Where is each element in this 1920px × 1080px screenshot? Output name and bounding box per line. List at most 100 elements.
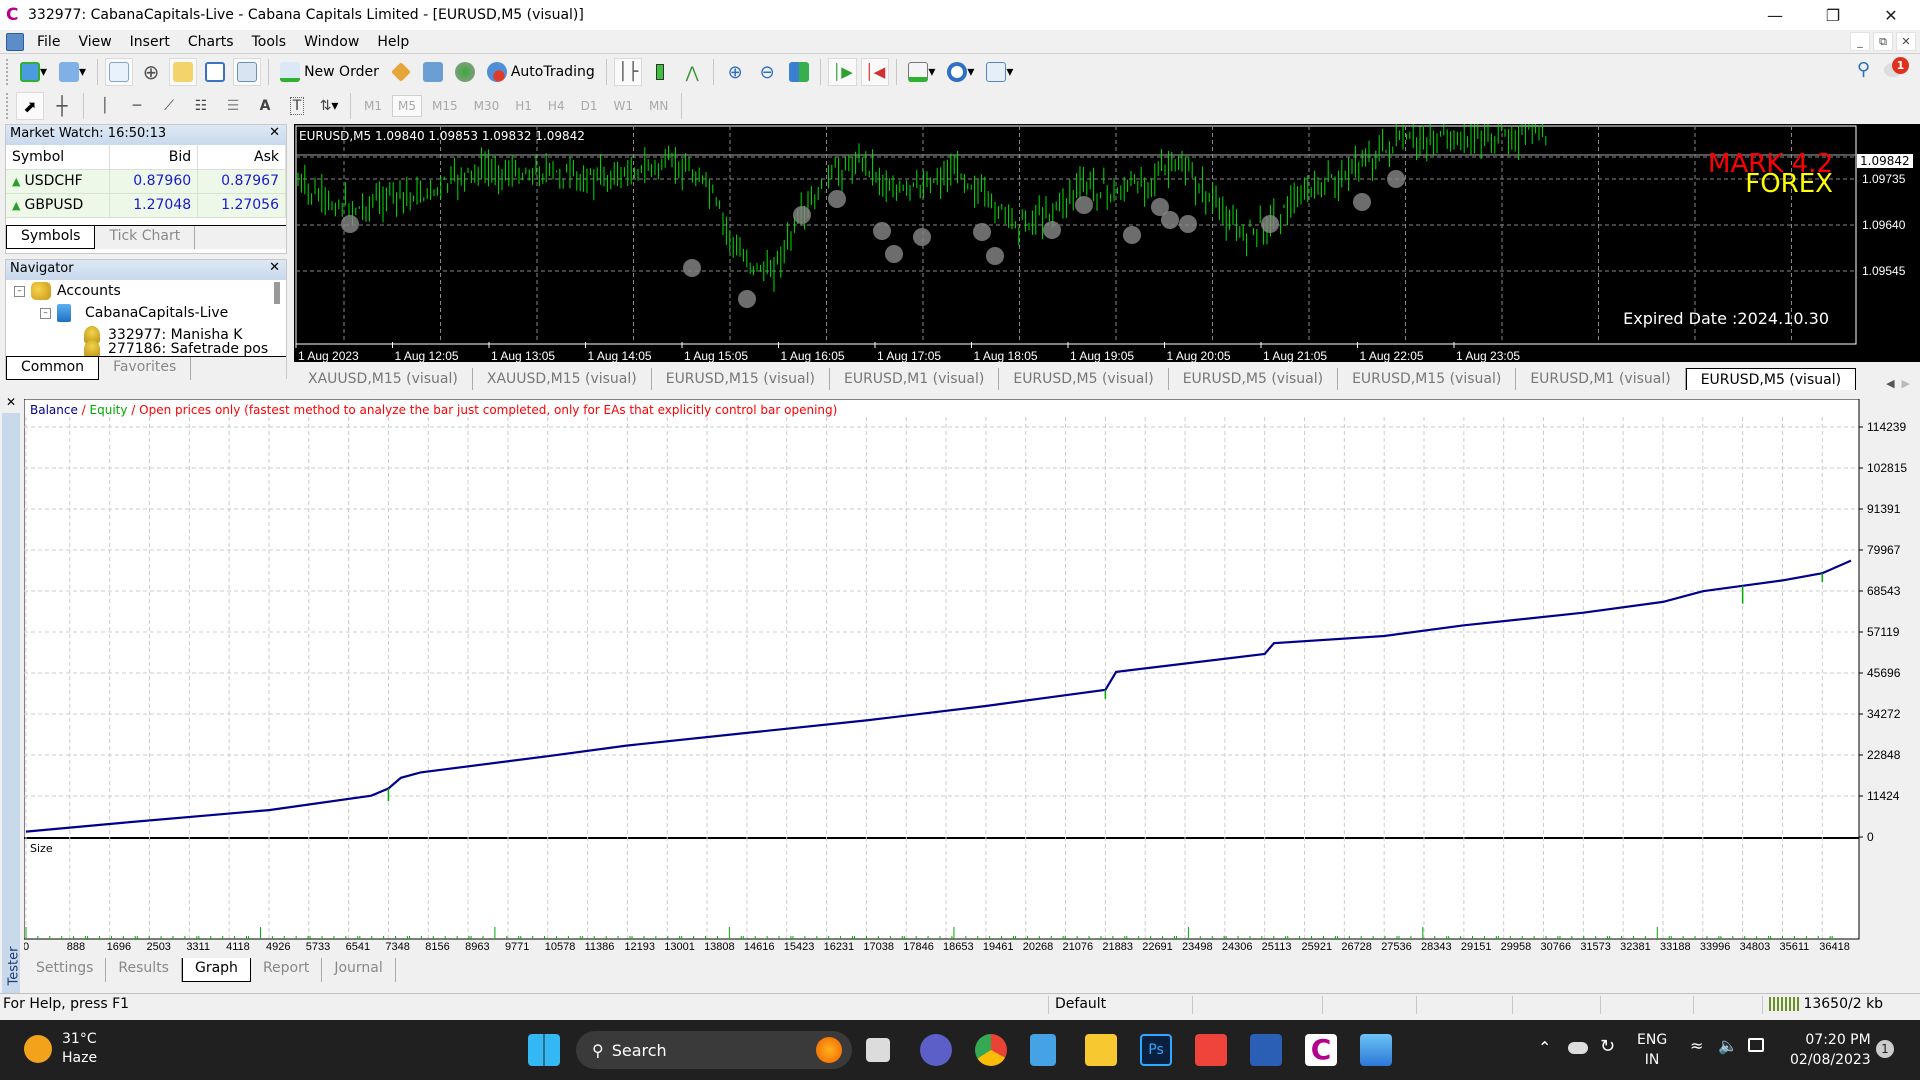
- minimize-button[interactable]: —: [1746, 0, 1804, 30]
- menu-tools[interactable]: Tools: [243, 34, 296, 50]
- strategy-tester-toggle[interactable]: [233, 58, 262, 86]
- price-chart[interactable]: 1.09735 1.09640 1.09545 1 Aug 2023 1 Aug 12:…: [294, 124, 1920, 362]
- tab-settings[interactable]: Settings: [24, 958, 107, 982]
- tile-windows-button[interactable]: [785, 58, 813, 86]
- anydesk-icon[interactable]: [1195, 1034, 1227, 1066]
- chart-tab[interactable]: EURUSD,M1 (visual): [1516, 368, 1686, 390]
- new-chart-button[interactable]: ▾: [16, 58, 51, 86]
- restore-button[interactable]: ❐: [1804, 0, 1862, 30]
- close-icon[interactable]: ✕: [6, 395, 16, 409]
- fibonacci-tool[interactable]: ☰: [219, 92, 247, 120]
- search-icon[interactable]: ⚲: [1857, 59, 1870, 80]
- timeframe-h4[interactable]: H4: [542, 95, 571, 117]
- close-icon[interactable]: ✕: [269, 260, 280, 275]
- line-chart-button[interactable]: ⋀: [678, 58, 706, 86]
- column-header[interactable]: Bid: [109, 145, 199, 170]
- remote-desktop-icon[interactable]: [1250, 1034, 1282, 1066]
- tab-graph[interactable]: Graph: [181, 958, 251, 982]
- clock[interactable]: 07:20 PM 02/08/2023: [1790, 1030, 1871, 1070]
- timeframe-m15[interactable]: M15: [426, 95, 464, 117]
- file-explorer-icon[interactable]: [1085, 1034, 1117, 1066]
- metatrader-icon[interactable]: C: [1305, 1034, 1337, 1066]
- child-restore-button[interactable]: ⧉: [1873, 32, 1893, 51]
- chart-tab[interactable]: XAUUSD,M15 (visual): [473, 368, 652, 390]
- chrome-icon[interactable]: [975, 1034, 1007, 1066]
- table-row[interactable]: ▲ USDCHF 0.87960 0.87967: [6, 169, 286, 194]
- volume-icon[interactable]: 🔈: [1718, 1036, 1738, 1055]
- autoscroll-button[interactable]: │▶: [828, 58, 857, 86]
- data-window-toggle[interactable]: ⊕: [137, 58, 165, 86]
- trendline-tool[interactable]: ⟋: [155, 92, 183, 120]
- navigator-toggle[interactable]: [169, 58, 198, 86]
- menu-help[interactable]: Help: [368, 34, 418, 50]
- tree-item-account[interactable]: 277186: Safetrade pos: [14, 338, 286, 356]
- menu-charts[interactable]: Charts: [179, 34, 243, 50]
- wifi-icon[interactable]: ≈: [1690, 1036, 1703, 1055]
- crosshair-tool[interactable]: ┼: [48, 92, 76, 120]
- timeframe-d1[interactable]: D1: [575, 95, 604, 117]
- tab-report[interactable]: Report: [251, 958, 323, 982]
- timeframe-m1[interactable]: M1: [358, 95, 388, 117]
- tab-favorites[interactable]: Favorites: [99, 357, 192, 380]
- terminal-toggle[interactable]: [201, 58, 229, 86]
- signals-button[interactable]: [419, 58, 447, 86]
- profiles-button[interactable]: ▾: [55, 58, 90, 86]
- profile-name[interactable]: Default: [1048, 996, 1106, 1014]
- sync-icon[interactable]: ↻: [1600, 1036, 1615, 1057]
- timeframe-m5[interactable]: M5: [392, 95, 422, 117]
- candlestick-button[interactable]: [646, 58, 674, 86]
- autotrading-button[interactable]: AutoTrading: [483, 58, 599, 86]
- start-button[interactable]: [528, 1034, 560, 1066]
- tree-item-server[interactable]: – CabanaCapitals-Live: [14, 302, 286, 324]
- language-indicator[interactable]: ENG IN: [1637, 1030, 1667, 1070]
- templates-button[interactable]: ▾: [982, 58, 1017, 86]
- timeframe-h1[interactable]: H1: [509, 95, 538, 117]
- menu-file[interactable]: File: [28, 34, 69, 50]
- vertical-line-tool[interactable]: │: [91, 92, 119, 120]
- cursor-tool[interactable]: ⬈: [16, 92, 44, 120]
- column-header[interactable]: Symbol: [6, 145, 111, 170]
- chart-tab[interactable]: EURUSD,M15 (visual): [1338, 368, 1517, 390]
- task-view-icon[interactable]: [866, 1038, 890, 1062]
- scroll-right-icon[interactable]: ▶: [1902, 377, 1910, 390]
- scroll-left-icon[interactable]: ◀: [1886, 377, 1894, 390]
- show-hidden-icons[interactable]: ⌃: [1538, 1038, 1551, 1057]
- bar-chart-button[interactable]: │├: [613, 58, 643, 86]
- messages-button[interactable]: 1: [1884, 57, 1909, 81]
- close-icon[interactable]: ✕: [269, 125, 280, 140]
- child-minimize-button[interactable]: _: [1850, 32, 1870, 51]
- meet-icon[interactable]: [920, 1034, 952, 1066]
- chart-tab[interactable]: EURUSD,M5 (visual): [1169, 368, 1339, 390]
- text-tool[interactable]: A: [251, 92, 279, 120]
- notepad-icon[interactable]: [1030, 1034, 1056, 1066]
- column-header[interactable]: Ask: [197, 145, 286, 170]
- connection-status[interactable]: 13650/2 kb: [1762, 996, 1883, 1014]
- close-button[interactable]: ✕: [1862, 0, 1920, 30]
- battery-icon[interactable]: [1748, 1038, 1764, 1052]
- table-row[interactable]: ▲ GBPUSD 1.27048 1.27056: [6, 193, 286, 218]
- tree-item-accounts[interactable]: – Accounts: [14, 280, 286, 302]
- collapse-icon[interactable]: –: [14, 285, 25, 297]
- timeframe-w1[interactable]: W1: [607, 95, 639, 117]
- periods-button[interactable]: ▾: [943, 58, 978, 86]
- photos-icon[interactable]: [1360, 1034, 1392, 1066]
- indicators-button[interactable]: ▾: [904, 58, 939, 86]
- document-icon[interactable]: [6, 32, 24, 51]
- scrollbar-thumb[interactable]: [274, 282, 280, 304]
- child-close-button[interactable]: ✕: [1896, 32, 1916, 51]
- weather-widget[interactable]: 31°C Haze: [24, 1030, 97, 1068]
- collapse-icon[interactable]: –: [40, 307, 51, 319]
- chart-tab[interactable]: EURUSD,M1 (visual): [830, 368, 1000, 390]
- zoom-out-button[interactable]: ⊖: [753, 58, 781, 86]
- text-label-tool[interactable]: T: [283, 92, 311, 120]
- zoom-in-button[interactable]: ⊕: [721, 58, 749, 86]
- chart-tab[interactable]: XAUUSD,M15 (visual): [294, 368, 473, 390]
- tab-results[interactable]: Results: [106, 958, 182, 982]
- notification-badge[interactable]: 1: [1876, 1040, 1894, 1058]
- new-order-button[interactable]: New Order: [276, 58, 383, 86]
- chart-tab[interactable]: EURUSD,M15 (visual): [652, 368, 830, 390]
- chart-shift-button[interactable]: │◀: [860, 58, 890, 86]
- chart-tab-active[interactable]: EURUSD,M5 (visual): [1685, 368, 1857, 390]
- onedrive-icon[interactable]: [1568, 1042, 1588, 1054]
- menu-window[interactable]: Window: [295, 34, 368, 50]
